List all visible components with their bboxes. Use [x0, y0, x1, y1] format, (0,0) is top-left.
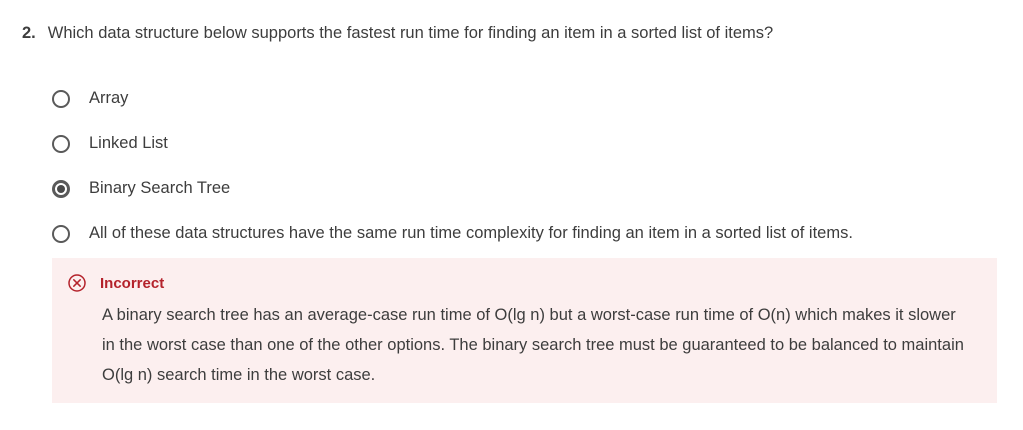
- question-header: 2. Which data structure below supports th…: [22, 20, 773, 46]
- option-label: All of these data structures have the sa…: [89, 224, 853, 242]
- option-all-same[interactable]: All of these data structures have the sa…: [52, 211, 853, 256]
- option-label: Binary Search Tree: [89, 179, 231, 197]
- question-number: 2.: [22, 24, 36, 42]
- option-binary-search-tree[interactable]: Binary Search Tree: [52, 166, 853, 211]
- feedback-header: Incorrect: [68, 274, 164, 292]
- question-text: Which data structure below supports the …: [47, 24, 774, 42]
- radio-button-icon[interactable]: [52, 224, 70, 243]
- feedback-status: Incorrect: [100, 274, 165, 292]
- feedback-message: A binary search tree has an average-case…: [102, 306, 964, 384]
- option-array[interactable]: Array: [52, 76, 853, 121]
- option-linked-list[interactable]: Linked List: [52, 121, 853, 166]
- radio-button-icon[interactable]: [52, 134, 70, 153]
- radio-button-icon[interactable]: [52, 89, 70, 108]
- option-label: Linked List: [89, 134, 168, 152]
- x-circle-icon: [68, 274, 86, 292]
- answer-options: Array Linked List Binary Search Tree All…: [52, 76, 853, 256]
- option-label: Array: [89, 89, 129, 107]
- feedback-panel: Incorrect A binary search tree has an av…: [52, 258, 997, 403]
- radio-button-selected-icon[interactable]: [52, 179, 70, 198]
